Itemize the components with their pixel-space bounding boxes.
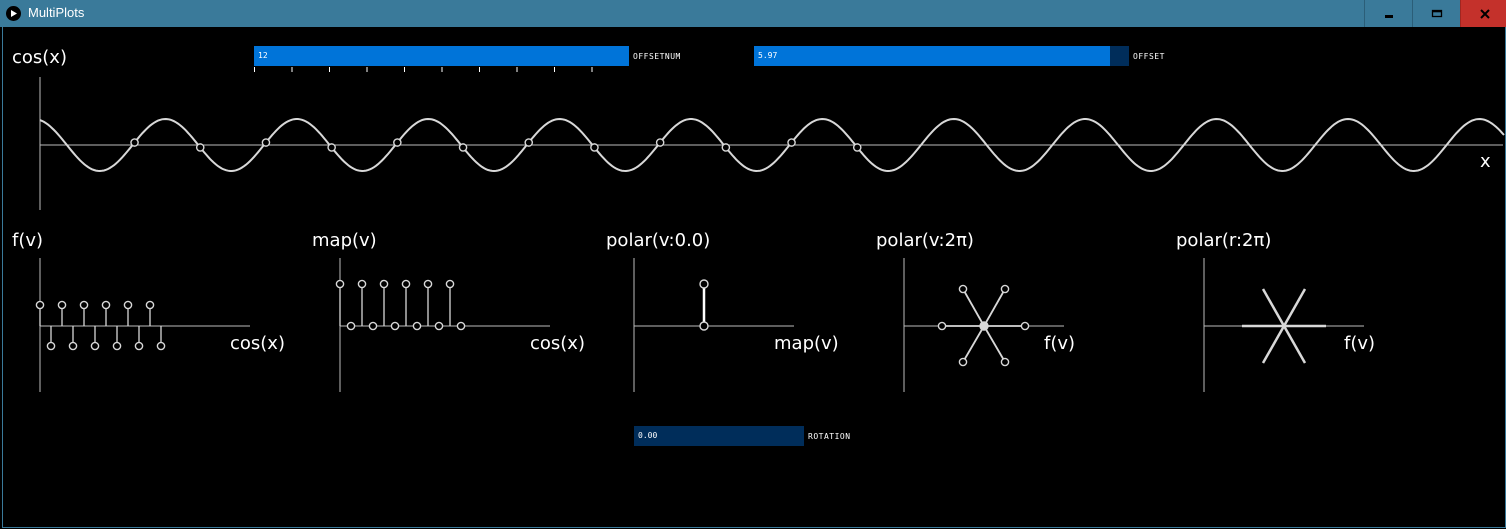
maximize-icon [1431, 9, 1443, 18]
polar-v2pi-title: polar(v:2π) [876, 230, 974, 251]
cosine-sample-point [261, 138, 271, 147]
polar-v2pi-center-point [979, 321, 989, 331]
f-plot-point [90, 341, 100, 351]
polar-v2pi-spoke [983, 288, 1006, 327]
f-plot-point [134, 341, 144, 351]
map-plot-title: map(v) [312, 230, 377, 251]
offsetnum-slider[interactable]: 12 [254, 46, 629, 66]
cosine-sample-point [393, 138, 402, 147]
map-plot-x-label: cos(x) [530, 333, 585, 354]
map-plot-point [346, 321, 356, 331]
play-app-icon [6, 6, 21, 21]
polar-v2pi-point [1020, 321, 1030, 331]
cosine-sample-point [590, 143, 599, 152]
offsetnum-label: OFFSETNUM [633, 52, 681, 61]
polar-v2pi-point [937, 321, 947, 331]
offset-label: OFFSET [1133, 52, 1165, 61]
polar-v-origin-point [699, 321, 709, 331]
offset-slider-fill [754, 46, 1111, 66]
map-plot-point [456, 321, 466, 331]
cosine-sample-point [458, 143, 468, 152]
map-plot-point [379, 279, 389, 289]
title-bar[interactable]: MultiPlots [0, 0, 1506, 27]
polar-v2pi-point [958, 357, 968, 367]
offsetnum-slider-fill [254, 46, 629, 66]
f-plot-point [57, 300, 67, 310]
polar-r2pi-title: polar(r:2π) [1176, 230, 1272, 251]
window-title: MultiPlots [28, 5, 85, 20]
f-plot-point [145, 300, 155, 310]
f-plot-point [112, 341, 122, 351]
polar-v-point [699, 279, 709, 289]
f-plot-point [79, 300, 89, 310]
minimize-icon [1385, 15, 1393, 18]
offsetnum-value: 12 [258, 51, 268, 60]
offset-value: 5.97 [758, 51, 778, 60]
f-plot-point [156, 341, 166, 351]
polar-r2pi-x-label: f(v) [1344, 333, 1376, 354]
cosine-sample-point [130, 138, 139, 147]
polar-v-title: polar(v:0.0) [606, 230, 711, 251]
plots-canvas [35, 67, 1505, 392]
cosine-sample-point [327, 143, 336, 152]
close-icon [1480, 9, 1490, 19]
f-plot-point [68, 341, 78, 351]
sketch-canvas: 12 OFFSETNUM 5.97 OFFSET 0.00 ROTATION c… [2, 27, 1506, 528]
polar-v2pi-spoke [962, 325, 985, 363]
rotation-label: ROTATION [808, 432, 851, 441]
main-y-label: cos(x) [12, 47, 67, 68]
polar-v2pi-point [1000, 284, 1010, 294]
main-x-label: x [1480, 151, 1491, 172]
polar-v2pi-spoke [962, 288, 985, 327]
polar-v2pi-point [1000, 357, 1010, 367]
f-plot-point [101, 300, 111, 310]
cosine-sample-point [524, 138, 534, 147]
polar-v-x-label: map(v) [774, 333, 839, 354]
cosine-sample-point [852, 143, 862, 152]
map-plot-point [368, 321, 378, 331]
map-plot-point [412, 321, 422, 331]
map-plot-point [357, 279, 367, 289]
polar-v2pi-x-label: f(v) [1044, 333, 1076, 354]
cosine-sample-point [787, 138, 796, 147]
cosine-sample-point [655, 138, 665, 147]
cosine-sample-point [721, 143, 731, 152]
rotation-slider[interactable]: 0.00 [634, 426, 804, 446]
map-plot-point [445, 279, 455, 289]
minimize-button[interactable] [1364, 0, 1413, 27]
f-plot-title: f(v) [12, 230, 44, 251]
f-plot-x-label: cos(x) [230, 333, 285, 354]
f-plot-point [35, 300, 45, 310]
polar-v2pi-spoke [983, 325, 1006, 363]
map-plot-point [401, 279, 411, 289]
map-plot-point [434, 321, 444, 331]
offset-slider[interactable]: 5.97 [754, 46, 1129, 66]
polar-v2pi-point [958, 284, 968, 294]
map-plot-point [390, 321, 400, 331]
map-plot-point [335, 279, 345, 289]
map-plot-point [423, 279, 433, 289]
f-plot-point [123, 300, 133, 310]
f-plot-point [46, 341, 56, 351]
close-button[interactable] [1460, 0, 1506, 27]
cosine-sample-point [195, 143, 205, 152]
rotation-value: 0.00 [638, 431, 658, 440]
maximize-button[interactable] [1412, 0, 1461, 27]
